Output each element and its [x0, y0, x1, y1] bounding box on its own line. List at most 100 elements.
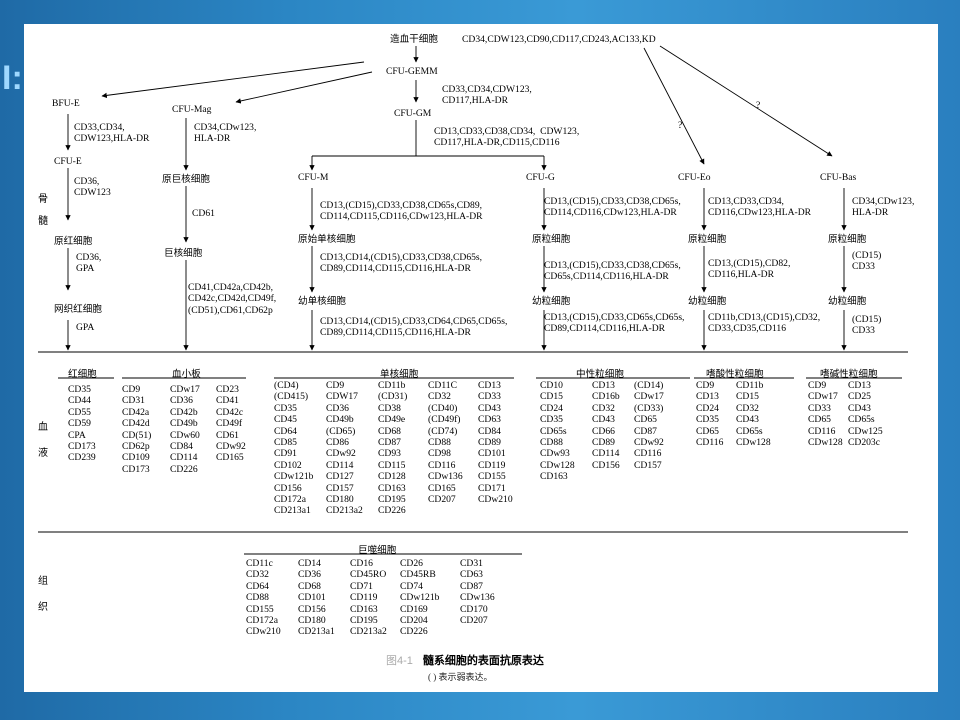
antigen-marker: (CD33): [634, 402, 664, 414]
antigen-marker: CD32: [592, 402, 615, 414]
antigen-marker: CD59: [68, 418, 91, 430]
section-eosinophil: CD9 CD13 CD24 CD35 CD65 CD116 CD11b CD15 CD32 CD4…: [696, 380, 786, 448]
antigen-marker: CD66: [592, 425, 615, 437]
antigen-marker: CD65: [808, 414, 831, 426]
antigen-marker: (CD14): [634, 380, 664, 391]
antigen-marker: (CD4): [274, 380, 299, 391]
antigen-marker: CD36: [170, 395, 193, 407]
antigen-marker: CD195: [350, 614, 378, 626]
antigen-marker: CD91: [274, 448, 297, 460]
antigen-marker: CD172a: [274, 493, 306, 505]
antigen-marker: CD84: [478, 425, 501, 437]
markers-cfueo: CD13,CD33,CD34, CD116,CDw123,HLA-DR: [708, 196, 812, 219]
antigen-marker: CD68: [378, 425, 401, 437]
figure-sheet: 骨 髓 血 液 组 织 造血干细胞 CD34,CDW123,CD90,CD117…: [24, 24, 938, 692]
antigen-marker: CD13: [592, 380, 615, 391]
node-myeloblast: 原粒细胞: [532, 234, 571, 245]
antigen-marker: CD74: [400, 580, 423, 592]
section-title-basophil: 嗜碱性粒细胞: [820, 369, 878, 380]
antigen-marker: CD65s: [736, 425, 763, 437]
node-cfueo: CFU-Eo: [678, 172, 711, 183]
antigen-marker: CD43: [736, 414, 759, 426]
caption-figure-number: 图4-1: [386, 655, 413, 667]
antigen-marker: CD43: [478, 402, 501, 414]
antigen-marker: CD127: [326, 471, 354, 483]
antigen-marker: CD49f: [216, 418, 243, 430]
antigen-marker: CDw93: [540, 448, 570, 460]
antigen-marker: CD65s: [540, 425, 567, 437]
antigen-marker: CDw60: [170, 429, 200, 441]
antigen-marker: CD63: [460, 569, 483, 581]
antigen-marker: CD36: [298, 569, 321, 581]
antigen-marker: (CD415): [274, 391, 309, 403]
node-gemm: CFU-GEMM: [386, 66, 438, 77]
antigen-marker: CD239: [68, 452, 96, 464]
antigen-marker: CD49e: [378, 414, 406, 426]
markers-gemm: CD33,CD34,CDW123, CD117,HLA-DR: [442, 84, 532, 107]
antigen-marker: [428, 505, 478, 516]
side-label-marrow-1: 骨: [38, 194, 48, 205]
section-title-eosinophil: 嗜酸性粒细胞: [706, 369, 764, 380]
antigen-marker: (CD49f): [428, 414, 461, 426]
antigen-marker: CD63: [478, 414, 501, 426]
side-label-tissue-1: 组: [38, 576, 48, 587]
antigen-marker: CD93: [378, 448, 401, 460]
antigen-marker: CD128: [378, 471, 406, 483]
antigen-marker: CD41: [216, 395, 239, 407]
antigen-marker: CD87: [460, 580, 483, 592]
antigen-marker: CD114: [170, 452, 198, 464]
uncertain-mark-eo: ?: [678, 120, 683, 131]
section-macrophage: CD11c CD32 CD64 CD88 CD155 CD172a CDw210 CD14 CD…: [246, 558, 510, 638]
antigen-marker: CD226: [400, 626, 428, 638]
antigen-marker: CD45RB: [400, 569, 436, 581]
node-basyoung: 幼粒细胞: [828, 296, 867, 307]
antigen-marker: CD49b: [326, 414, 354, 426]
antigen-marker: CD35: [540, 414, 563, 426]
antigen-marker: CD45: [274, 414, 297, 426]
antigen-marker: CD156: [592, 459, 620, 471]
antigen-marker: CD180: [298, 614, 326, 626]
antigen-marker: CD9: [696, 380, 715, 391]
markers-eoyoung: CD11b,CD13,(CD15),CD32, CD33,CD35,CD116: [708, 312, 821, 335]
antigen-marker: CD157: [634, 459, 662, 471]
antigen-marker: (CD65): [326, 425, 356, 437]
markers-myeloblast: CD13,(CD15),CD33,CD38,CD65s, CD65s,CD114…: [544, 260, 681, 283]
antigen-marker: CD11C: [428, 380, 457, 391]
node-immono: 幼单核细胞: [298, 296, 346, 307]
antigen-marker: CDw92: [216, 440, 246, 452]
markers-cfum: CD13,(CD15),CD33,CD38,CD65s,CD89, CD114,…: [320, 200, 483, 223]
antigen-marker: CD115: [378, 459, 406, 471]
antigen-marker: CD31: [460, 558, 483, 569]
markers-promono: CD13,CD14,(CD15),CD33,CD38,CD65s, CD89,C…: [320, 252, 483, 275]
antigen-marker: [216, 464, 256, 475]
antigen-marker: CD68: [298, 580, 321, 592]
markers-cfue: CD36, CDW123: [74, 176, 111, 199]
section-neutrophil: CD10 CD15 CD24 CD35 CD65s CD88 CDw93 CDw128 CD16…: [540, 380, 680, 483]
antigen-marker: CD109: [122, 452, 150, 464]
antigen-marker: CD180: [326, 493, 354, 505]
antigen-marker: CD116: [808, 425, 836, 437]
antigen-marker: CD213a2: [350, 626, 387, 638]
node-cfubas: CFU-Bas: [820, 172, 857, 183]
antigen-marker: CD36: [326, 402, 349, 414]
antigen-marker: CDw210: [478, 493, 513, 505]
antigen-marker: CD55: [68, 406, 91, 418]
arrow-root-bas: [659, 45, 833, 157]
antigen-marker: CD156: [274, 482, 302, 494]
antigen-marker: CD11c: [246, 558, 273, 569]
antigen-marker: CDw128: [808, 436, 843, 448]
markers-basblast: (CD15) CD33: [852, 250, 882, 273]
antigen-marker: CDw121b: [274, 471, 314, 483]
markers-promeg: CD61: [192, 208, 215, 219]
arrow-gemm-mag: [235, 71, 373, 104]
antigen-marker: CD24: [540, 402, 563, 414]
antigen-marker: CD33: [478, 391, 501, 403]
antigen-marker: CD87: [378, 436, 401, 448]
antigen-marker: CD24: [696, 402, 719, 414]
antigen-marker: CD35: [68, 384, 91, 395]
markers-root: CD34,CDW123,CD90,CD117,CD243,AC133,KD: [462, 34, 656, 45]
antigen-marker: CDw128: [736, 436, 771, 448]
node-proery: 原红细胞: [54, 236, 93, 247]
antigen-marker: CD163: [378, 482, 406, 494]
markers-retic: GPA: [76, 322, 95, 333]
